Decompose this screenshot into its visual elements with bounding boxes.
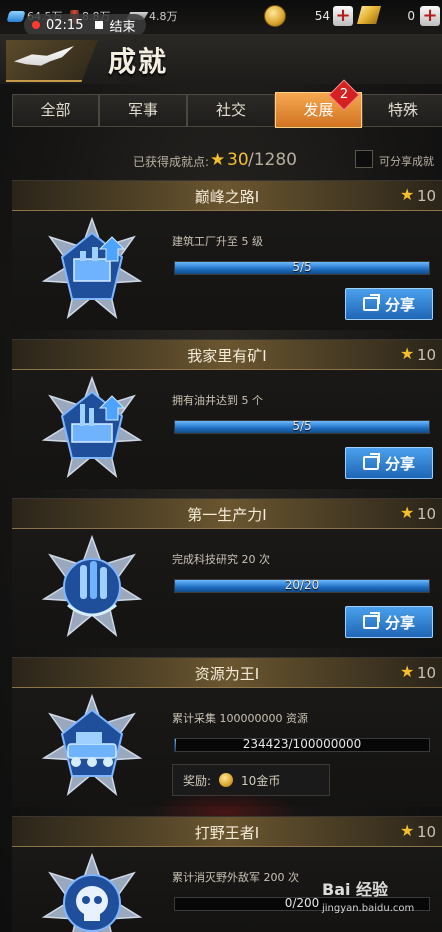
watermark-url: jingyan.baidu.com [322,903,415,914]
recording-time: 02:15 [46,17,84,33]
add-coin-button[interactable]: + [333,6,353,26]
star-icon: ★ [400,503,415,522]
star-icon: ★ [210,150,226,170]
share-label: 分享 [384,613,415,632]
share-button[interactable]: 分享 [345,447,433,479]
tab-special[interactable]: 特殊 [362,94,442,127]
category-tabs: 全部 军事 社交 发展 特殊 [12,92,442,128]
share-icon [362,456,379,470]
progress-text: 5/5 [292,260,312,274]
skull-badge-icon [42,853,142,932]
progress-text: 20/20 [284,578,320,592]
achievement-description: 累计消灭野外敌军 200 次 [172,871,299,884]
progress-text: 5/5 [292,419,312,433]
resource-badge-icon [42,694,142,797]
achievement-card: 我家里有矿Ⅰ ★ 10 拥有油井达到 5 个 5/5 分享 [12,339,442,489]
achievement-description: 拥有油井达到 5 个 [172,394,263,407]
achievement-points: 10 [417,187,437,205]
tab-all[interactable]: 全部 [12,94,99,127]
star-icon: ★ [400,344,415,363]
star-icon: ★ [400,185,415,204]
shareable-filter-label: 可分享成就 [379,155,434,168]
achievement-title: 打野王者Ⅰ [194,824,260,842]
oil-well-badge-icon [42,376,142,479]
share-button[interactable]: 分享 [345,288,433,320]
recording-dot-icon [32,21,40,29]
gold-amount: 0 [407,9,415,23]
share-button[interactable]: 分享 [345,606,433,638]
research-badge-icon [42,535,142,638]
gem-icon [6,10,26,22]
card-header: 第一生产力Ⅰ ★ 10 [12,499,442,529]
page-title: 成就 [108,45,169,78]
star-icon: ★ [400,821,415,840]
reward-value: 10金币 [241,773,281,788]
share-icon [362,297,379,311]
watermark-logo: Bai 经验 [322,880,389,899]
share-label: 分享 [384,454,415,473]
stop-icon [95,21,104,29]
shareable-filter-checkbox[interactable] [355,150,373,168]
share-icon [362,615,379,629]
notification-count: 2 [339,87,349,102]
achievement-card: 巅峰之路Ⅰ ★ 10 建筑工厂升至 5 级 5/5 分享 [12,180,442,330]
screen-recording-pill[interactable]: 02:15 结束 [24,14,146,36]
points-total: /1280 [248,150,297,170]
steel-amount: 4.8万 [149,10,178,23]
achievement-title: 资源为王Ⅰ [194,665,260,683]
star-icon: ★ [400,662,415,681]
card-header: 我家里有矿Ⅰ ★ 10 [12,340,442,370]
points-label: 已获得成就点: [133,155,210,169]
achievement-description: 累计采集 100000000 资源 [172,712,308,725]
coin-icon [219,773,234,787]
achievement-points: 10 [417,346,437,364]
progress-text: 234423/100000000 [242,737,362,751]
reward-label: 奖励: [183,773,212,788]
gold-bar-icon [357,6,381,24]
points-value: 30 [227,150,249,170]
coin-icon [264,5,286,27]
card-header: 巅峰之路Ⅰ ★ 10 [12,181,442,211]
achievement-points: 10 [417,664,437,682]
card-header: 资源为王Ⅰ ★ 10 [12,658,442,688]
card-header: 打野王者Ⅰ ★ 10 [12,817,442,847]
coin-amount: 54 [314,9,330,23]
stop-recording-label[interactable]: 结束 [109,16,135,35]
achievement-card: 第一生产力Ⅰ ★ 10 完成科技研究 20 次 20/20 分享 [12,498,442,648]
achievement-title: 第一生产力Ⅰ [187,506,267,524]
achievement-title: 巅峰之路Ⅰ [194,188,260,206]
tab-military[interactable]: 军事 [99,94,187,127]
achievement-points: 10 [417,823,437,841]
achievement-description: 完成科技研究 20 次 [172,553,270,566]
share-label: 分享 [384,295,415,314]
add-gold-button[interactable]: + [420,6,440,26]
achievement-card: 资源为王Ⅰ ★ 10 累计采集 100000000 资源 234423/1000… [12,657,442,807]
achievement-description: 建筑工厂升至 5 级 [172,235,263,248]
factory-badge-icon [42,217,142,320]
achievement-points: 10 [417,505,437,523]
achievement-title: 我家里有矿Ⅰ [187,347,267,365]
tab-social[interactable]: 社交 [187,94,275,127]
watermark: Bai 经验 jingyan.baidu.com [322,876,432,920]
